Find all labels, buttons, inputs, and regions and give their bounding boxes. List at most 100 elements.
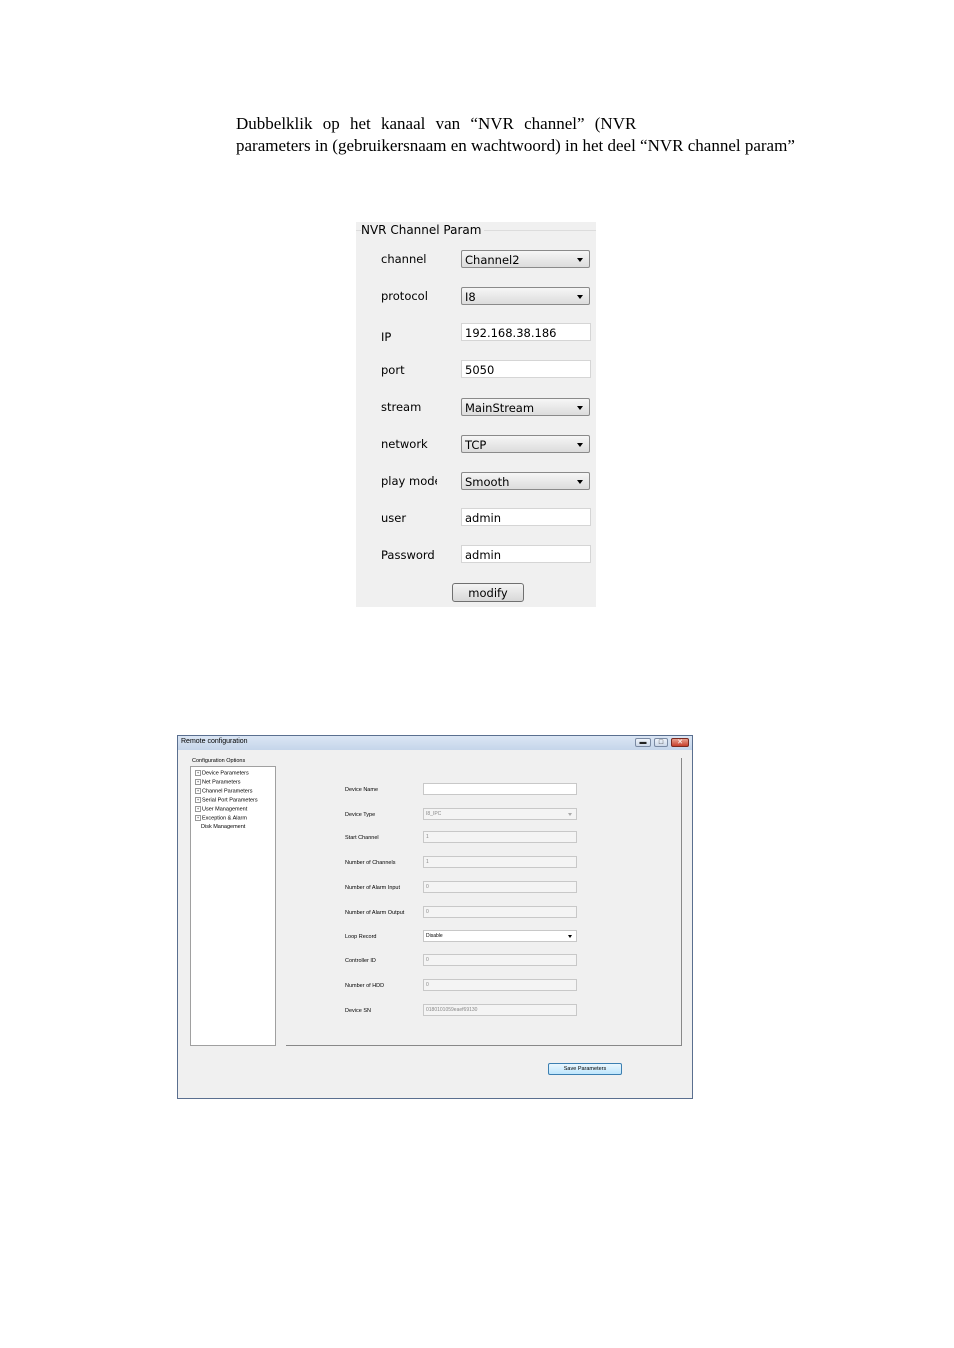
tree-item-label: Device Parameters [202, 770, 249, 777]
save-parameters-button[interactable]: Save Parameters [548, 1063, 622, 1075]
close-icon: ✕ [677, 739, 683, 746]
form-pane [286, 758, 682, 1046]
channel-select[interactable]: Channel2 [461, 250, 590, 268]
num-hdd-label: Number of HDD [345, 983, 385, 989]
user-value: admin [465, 511, 502, 525]
num-channels-value: 1 [426, 859, 429, 865]
expand-icon[interactable]: + [195, 806, 201, 812]
num-alarm-input-input[interactable]: 0 [423, 881, 577, 893]
minimize-icon: ▬ [639, 739, 647, 746]
user-label: user [381, 511, 407, 525]
num-alarm-input-value: 0 [426, 884, 429, 890]
password-input[interactable]: admin [461, 545, 591, 563]
stream-select[interactable]: MainStream [461, 398, 590, 416]
password-value: admin [465, 548, 502, 562]
port-value: 5050 [465, 363, 495, 377]
window-title: Remote configuration [181, 738, 248, 745]
device-type-select[interactable]: I8_IPC [423, 808, 577, 820]
user-input[interactable]: admin [461, 508, 591, 526]
tree-item-serial-port-parameters[interactable]: + Serial Port Parameters [195, 797, 258, 803]
num-alarm-output-input[interactable]: 0 [423, 906, 577, 918]
expand-icon[interactable]: + [195, 788, 201, 794]
device-name-label: Device Name [345, 787, 379, 793]
loop-record-select[interactable]: Disable [423, 930, 577, 942]
ip-input[interactable]: 192.168.38.186 [461, 323, 591, 341]
num-hdd-input[interactable]: 0 [423, 979, 577, 991]
device-sn-input[interactable]: 0180101059eaef69130 [423, 1004, 577, 1016]
config-options-tree: + Device Parameters + Net Parameters + Chan… [190, 766, 276, 1046]
stream-label: stream [381, 400, 422, 414]
nvr-channel-param-panel: NVR Channel Param channel Channel2 proto… [356, 222, 596, 607]
start-channel-value: 1 [426, 834, 429, 840]
channel-value: Channel2 [465, 253, 520, 267]
play-mode-value: Smooth [465, 475, 510, 489]
num-alarm-input-label: Number of Alarm Input [345, 885, 401, 891]
stream-value: MainStream [465, 401, 535, 415]
tree-item-exception-alarm[interactable]: + Exception & Alarm [195, 815, 247, 821]
chevron-down-icon [577, 295, 583, 299]
expand-icon[interactable]: + [195, 797, 201, 803]
tree-item-label: Net Parameters [202, 779, 241, 786]
maximize-button[interactable]: □ [654, 738, 668, 747]
protocol-label: protocol [381, 289, 428, 303]
protocol-select[interactable]: I8 [461, 287, 590, 305]
play-mode-select[interactable]: Smooth [461, 472, 590, 490]
intro-line-1: Dubbelklik op het kanaal van “NVR channe… [236, 114, 637, 133]
chevron-down-icon [568, 935, 572, 938]
expand-icon[interactable]: + [195, 815, 201, 821]
start-channel-input[interactable]: 1 [423, 831, 577, 843]
tree-item-label: Serial Port Parameters [202, 797, 258, 804]
num-alarm-output-value: 0 [426, 909, 429, 915]
port-input[interactable]: 5050 [461, 360, 591, 378]
password-label: Password [381, 548, 435, 562]
num-channels-input[interactable]: 1 [423, 856, 577, 868]
num-alarm-output-label: Number of Alarm Output [345, 910, 405, 916]
chevron-down-icon [568, 813, 572, 816]
num-channels-label: Number of Channels [345, 860, 396, 866]
modify-button[interactable]: modify [452, 583, 524, 602]
remote-configuration-window: Remote configuration ▬ □ ✕ + Device Param… [177, 735, 693, 1099]
tree-item-label: User Management [202, 806, 248, 813]
tree-item-disk-management[interactable]: Disk Management [201, 824, 245, 830]
tree-caption: Configuration Options [192, 758, 248, 764]
controller-id-label: Controller ID [345, 958, 376, 964]
device-name-input[interactable] [423, 783, 577, 795]
tree-item-net-parameters[interactable]: + Net Parameters [195, 779, 241, 785]
network-label: network [381, 437, 428, 451]
loop-record-value: Disable [426, 933, 443, 939]
intro-line-2: parameters in (gebruikersnaam en wachtwo… [236, 136, 795, 155]
expand-icon[interactable]: + [195, 770, 201, 776]
device-sn-value: 0180101059eaef69130 [426, 1007, 478, 1013]
port-label: port [381, 363, 405, 377]
chevron-down-icon [577, 258, 583, 262]
device-type-value: I8_IPC [426, 811, 442, 817]
tree-item-channel-parameters[interactable]: + Channel Parameters [195, 788, 252, 794]
expand-icon[interactable]: + [195, 779, 201, 785]
start-channel-label: Start Channel [345, 835, 379, 841]
device-type-label: Device Type [345, 812, 376, 818]
loop-record-label: Loop Record [345, 934, 377, 940]
chevron-down-icon [577, 406, 583, 410]
chevron-down-icon [577, 443, 583, 447]
channel-label: channel [381, 252, 427, 266]
tree-item-label: Channel Parameters [202, 788, 253, 795]
window-titlebar: Remote configuration ▬ □ ✕ [178, 736, 692, 750]
network-select[interactable]: TCP [461, 435, 590, 453]
play-mode-label: play mode [381, 474, 437, 488]
device-sn-label: Device SN [345, 1008, 371, 1014]
panel-title: NVR Channel Param [361, 223, 485, 237]
ip-label: IP [381, 330, 392, 344]
controller-id-value: 0 [426, 957, 429, 963]
tree-item-label: Disk Management [201, 824, 246, 830]
ip-value: 192.168.38.186 [465, 326, 557, 340]
num-hdd-value: 0 [426, 982, 429, 988]
tree-item-label: Exception & Alarm [202, 815, 247, 822]
chevron-down-icon [577, 480, 583, 484]
tree-item-user-management[interactable]: + User Management [195, 806, 247, 812]
minimize-button[interactable]: ▬ [635, 738, 651, 747]
controller-id-input[interactable]: 0 [423, 954, 577, 966]
tree-item-device-parameters[interactable]: + Device Parameters [195, 770, 249, 776]
intro-paragraph: Dubbelklik op het kanaal van “NVR channe… [236, 113, 836, 157]
close-button[interactable]: ✕ [671, 738, 689, 747]
network-value: TCP [465, 438, 487, 452]
